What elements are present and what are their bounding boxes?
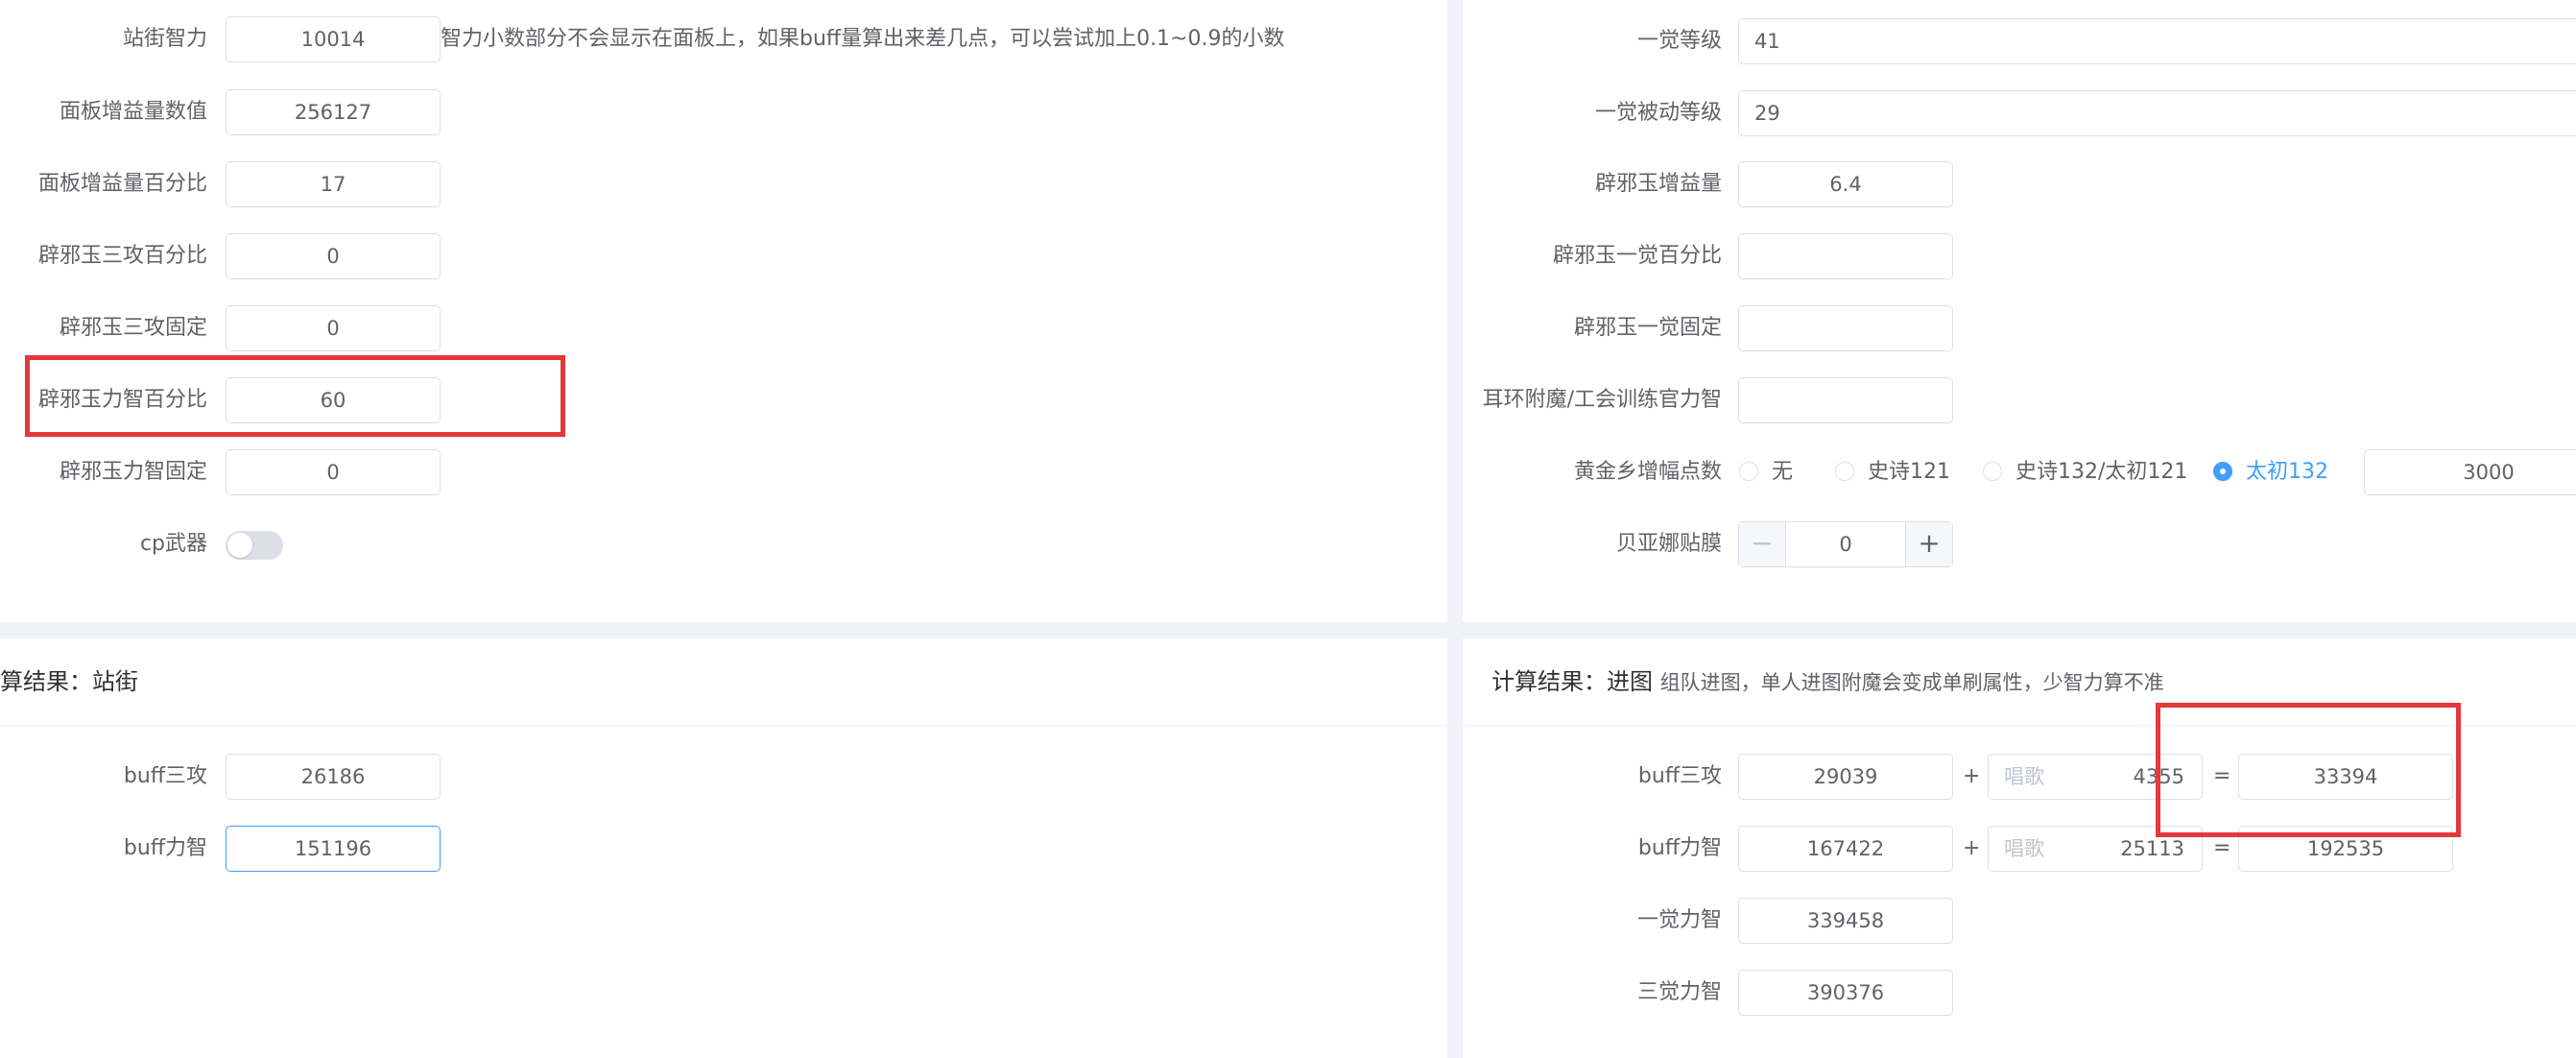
row-gold-amplify: 黄金乡增幅点数 无 史诗121 史诗132/太初121 太初132 3000 <box>1463 449 2576 495</box>
card-subtitle: 组队进图，单人进图附魔会变成单刷属性，少智力算不准 <box>1659 671 2164 694</box>
beiyana-stepper[interactable]: − 0 + <box>1738 521 1953 567</box>
field-label: 辟邪玉一觉百分比 <box>1552 244 1722 268</box>
row-zhanjie-zhili: 站街智力 10014 智力小数部分不会显示在面板上，如果buff量算出来差几点，… <box>0 16 1447 62</box>
song-prefix: 唱歌 <box>2004 765 2044 788</box>
dungeon-result-card: 计算结果：进图 组队进图，单人进图附魔会变成单刷属性，少智力算不准 buff三攻… <box>1463 638 2576 1058</box>
radio-dot <box>1983 462 2002 481</box>
pixie-sangong-fixed-input[interactable]: 0 <box>226 305 441 351</box>
row-pixie-lizhi-fixed: 辟邪玉力智固定 0 <box>0 449 1447 495</box>
row-pixie-gain: 辟邪玉增益量 6.4 <box>1463 161 2576 207</box>
row-pixie-sangong-percent: 辟邪玉三攻百分比 0 <box>0 233 1447 279</box>
plus-icon[interactable]: + <box>1905 522 1952 566</box>
highlight-box <box>2156 703 2461 837</box>
radio-none[interactable]: 无 <box>1739 449 1793 495</box>
cp-weapon-switch[interactable] <box>226 531 283 560</box>
row-pixie-sangong-fixed: 辟邪玉三攻固定 0 <box>0 305 1447 351</box>
field-label: 辟邪玉三攻固定 <box>59 316 207 340</box>
row-cp-weapon: cp武器 <box>0 521 1447 567</box>
field-label: 黄金乡增幅点数 <box>1573 460 1722 484</box>
field-label: 站街智力 <box>122 27 207 51</box>
dungeon-lizhi-base[interactable]: 167422 <box>1738 826 1953 872</box>
yijue-level-input[interactable]: 41 <box>1738 18 2576 64</box>
row-sanjue-lizhi: 三觉力智 390376 <box>1463 970 2576 1016</box>
radio-label: 史诗132/太初121 <box>2015 460 2188 484</box>
field-label: 耳环附魔/工会训练官力智 <box>1482 388 1722 412</box>
pixie-yijue-fixed-input[interactable] <box>1738 305 1953 351</box>
pixie-gain-input[interactable]: 6.4 <box>1738 161 1953 207</box>
standing-result-card: 算结果：站街 buff三攻 26186 buff力智 151196 <box>0 638 1447 1058</box>
plus-sign: + <box>1963 764 1981 788</box>
radio-label: 无 <box>1772 460 1794 484</box>
row-pixie-yijue-percent: 辟邪玉一觉百分比 <box>1463 233 2576 279</box>
field-label: 辟邪玉一觉固定 <box>1573 316 1722 340</box>
switch-knob <box>227 533 252 558</box>
sanjue-lizhi-output[interactable]: 390376 <box>1738 970 1953 1016</box>
field-label: 辟邪玉力智固定 <box>59 460 207 484</box>
radio-dot <box>1835 462 1854 481</box>
row-pixie-yijue-fixed: 辟邪玉一觉固定 <box>1463 305 2576 351</box>
radio-dot <box>2213 462 2232 481</box>
row-yijue-lizhi: 一觉力智 339458 <box>1463 898 2576 944</box>
standing-sangong-output[interactable]: 26186 <box>226 754 441 800</box>
field-label: 一觉等级 <box>1636 29 1722 53</box>
right-input-panel: 一觉等级 41 一觉被动等级 29 辟邪玉增益量 6.4 辟邪玉一觉百分比 辟邪… <box>1463 0 2576 622</box>
radio-epic-121[interactable]: 史诗121 <box>1835 449 1950 495</box>
decimal-hint: 智力小数部分不会显示在面板上，如果buff量算出来差几点，可以尝试加上0.1~0… <box>441 27 1285 51</box>
field-label: buff三攻 <box>1637 764 1722 788</box>
field-label: cp武器 <box>139 532 207 556</box>
card-title: 算结果：站街 <box>0 668 138 695</box>
radio-taichu-132[interactable]: 太初132 <box>2213 449 2328 495</box>
radio-epic-132-taichu-121[interactable]: 史诗132/太初121 <box>1983 449 2187 495</box>
field-label: 辟邪玉增益量 <box>1594 172 1722 196</box>
radio-label: 太初132 <box>2246 460 2328 484</box>
field-label: 面板增益量数值 <box>59 100 207 124</box>
field-label: buff力智 <box>123 836 207 860</box>
minus-icon[interactable]: − <box>1739 522 1786 566</box>
row-beiyana-film: 贝亚娜贴膜 − 0 + <box>1463 521 2576 567</box>
row-result-lizhi: buff力智 151196 <box>0 826 1447 872</box>
radio-label: 史诗121 <box>1868 460 1950 484</box>
pixie-lizhi-fixed-input[interactable]: 0 <box>226 449 441 495</box>
card-header: 算结果：站街 <box>0 638 1447 726</box>
radio-dot <box>1739 462 1758 481</box>
dungeon-sangong-base[interactable]: 29039 <box>1738 754 1953 800</box>
panel-gain-percent-input[interactable]: 17 <box>226 161 441 207</box>
song-prefix: 唱歌 <box>2004 837 2044 860</box>
highlight-box <box>25 355 565 437</box>
yijue-passive-level-input[interactable]: 29 <box>1738 90 2576 136</box>
field-label: 三觉力智 <box>1636 980 1722 1004</box>
field-label: 贝亚娜贴膜 <box>1615 532 1722 556</box>
earring-enchant-input[interactable] <box>1738 377 1953 423</box>
panel-gain-value-input[interactable]: 256127 <box>226 89 441 135</box>
row-yijue-level: 一觉等级 41 <box>1463 18 2576 64</box>
row-yijue-passive-level: 一觉被动等级 29 <box>1463 90 2576 136</box>
zhanjie-zhili-input[interactable]: 10014 <box>226 16 441 62</box>
yijue-lizhi-output[interactable]: 339458 <box>1738 898 1953 944</box>
row-earring-enchant: 耳环附魔/工会训练官力智 <box>1463 377 2576 423</box>
row-panel-gain-percent: 面板增益量百分比 17 <box>0 161 1447 207</box>
field-label: 辟邪玉三攻百分比 <box>37 244 207 268</box>
row-result-sangong: buff三攻 26186 <box>0 754 1447 800</box>
pixie-yijue-percent-input[interactable] <box>1738 233 1953 279</box>
pixie-sangong-percent-input[interactable]: 0 <box>226 233 441 279</box>
card-title: 计算结果：进图 <box>1491 668 1653 695</box>
field-label: 面板增益量百分比 <box>37 172 207 196</box>
plus-sign: + <box>1963 836 1981 860</box>
row-panel-gain-value: 面板增益量数值 256127 <box>0 89 1447 135</box>
stepper-value[interactable]: 0 <box>1785 522 1906 566</box>
field-label: 一觉被动等级 <box>1594 101 1722 125</box>
field-label: 一觉力智 <box>1636 908 1722 932</box>
standing-lizhi-output[interactable]: 151196 <box>226 826 441 872</box>
left-input-panel: 站街智力 10014 智力小数部分不会显示在面板上，如果buff量算出来差几点，… <box>0 0 1447 622</box>
gold-amplify-value-input[interactable]: 3000 <box>2364 449 2576 495</box>
field-label: buff力智 <box>1637 836 1722 860</box>
field-label: buff三攻 <box>123 764 207 788</box>
